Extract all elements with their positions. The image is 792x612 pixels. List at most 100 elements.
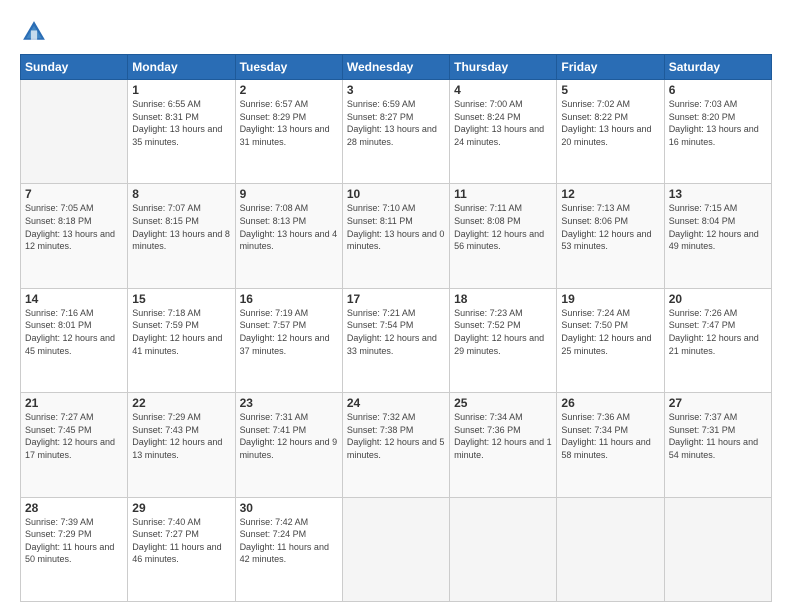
calendar-cell: 5 Sunrise: 7:02 AM Sunset: 8:22 PM Dayli… bbox=[557, 80, 664, 184]
day-info: Sunrise: 7:29 AM Sunset: 7:43 PM Dayligh… bbox=[132, 411, 230, 461]
calendar-cell: 18 Sunrise: 7:23 AM Sunset: 7:52 PM Dayl… bbox=[450, 288, 557, 392]
day-info: Sunrise: 7:18 AM Sunset: 7:59 PM Dayligh… bbox=[132, 307, 230, 357]
calendar-header-friday: Friday bbox=[557, 55, 664, 80]
day-info: Sunrise: 7:11 AM Sunset: 8:08 PM Dayligh… bbox=[454, 202, 552, 252]
day-info: Sunrise: 7:24 AM Sunset: 7:50 PM Dayligh… bbox=[561, 307, 659, 357]
day-info: Sunrise: 7:37 AM Sunset: 7:31 PM Dayligh… bbox=[669, 411, 767, 461]
header bbox=[20, 18, 772, 46]
calendar-cell: 28 Sunrise: 7:39 AM Sunset: 7:29 PM Dayl… bbox=[21, 497, 128, 601]
day-info: Sunrise: 6:57 AM Sunset: 8:29 PM Dayligh… bbox=[240, 98, 338, 148]
calendar-cell: 21 Sunrise: 7:27 AM Sunset: 7:45 PM Dayl… bbox=[21, 393, 128, 497]
day-info: Sunrise: 7:07 AM Sunset: 8:15 PM Dayligh… bbox=[132, 202, 230, 252]
day-info: Sunrise: 7:05 AM Sunset: 8:18 PM Dayligh… bbox=[25, 202, 123, 252]
calendar-cell: 17 Sunrise: 7:21 AM Sunset: 7:54 PM Dayl… bbox=[342, 288, 449, 392]
calendar-header-saturday: Saturday bbox=[664, 55, 771, 80]
calendar-cell: 29 Sunrise: 7:40 AM Sunset: 7:27 PM Dayl… bbox=[128, 497, 235, 601]
calendar-cell: 23 Sunrise: 7:31 AM Sunset: 7:41 PM Dayl… bbox=[235, 393, 342, 497]
calendar-cell bbox=[557, 497, 664, 601]
calendar-cell bbox=[450, 497, 557, 601]
day-number: 28 bbox=[25, 501, 123, 515]
day-number: 6 bbox=[669, 83, 767, 97]
calendar-cell bbox=[21, 80, 128, 184]
day-number: 20 bbox=[669, 292, 767, 306]
calendar-cell: 26 Sunrise: 7:36 AM Sunset: 7:34 PM Dayl… bbox=[557, 393, 664, 497]
page: SundayMondayTuesdayWednesdayThursdayFrid… bbox=[0, 0, 792, 612]
calendar-cell: 19 Sunrise: 7:24 AM Sunset: 7:50 PM Dayl… bbox=[557, 288, 664, 392]
day-number: 24 bbox=[347, 396, 445, 410]
day-number: 10 bbox=[347, 187, 445, 201]
day-info: Sunrise: 7:26 AM Sunset: 7:47 PM Dayligh… bbox=[669, 307, 767, 357]
calendar-cell: 8 Sunrise: 7:07 AM Sunset: 8:15 PM Dayli… bbox=[128, 184, 235, 288]
day-number: 13 bbox=[669, 187, 767, 201]
calendar-header-tuesday: Tuesday bbox=[235, 55, 342, 80]
day-number: 3 bbox=[347, 83, 445, 97]
day-number: 11 bbox=[454, 187, 552, 201]
day-info: Sunrise: 7:23 AM Sunset: 7:52 PM Dayligh… bbox=[454, 307, 552, 357]
calendar-cell: 7 Sunrise: 7:05 AM Sunset: 8:18 PM Dayli… bbox=[21, 184, 128, 288]
day-number: 22 bbox=[132, 396, 230, 410]
day-info: Sunrise: 6:55 AM Sunset: 8:31 PM Dayligh… bbox=[132, 98, 230, 148]
calendar-week-row: 28 Sunrise: 7:39 AM Sunset: 7:29 PM Dayl… bbox=[21, 497, 772, 601]
calendar-cell: 2 Sunrise: 6:57 AM Sunset: 8:29 PM Dayli… bbox=[235, 80, 342, 184]
calendar-cell: 1 Sunrise: 6:55 AM Sunset: 8:31 PM Dayli… bbox=[128, 80, 235, 184]
calendar-cell: 27 Sunrise: 7:37 AM Sunset: 7:31 PM Dayl… bbox=[664, 393, 771, 497]
logo-icon bbox=[20, 18, 48, 46]
day-info: Sunrise: 7:16 AM Sunset: 8:01 PM Dayligh… bbox=[25, 307, 123, 357]
calendar-week-row: 14 Sunrise: 7:16 AM Sunset: 8:01 PM Dayl… bbox=[21, 288, 772, 392]
calendar-cell: 4 Sunrise: 7:00 AM Sunset: 8:24 PM Dayli… bbox=[450, 80, 557, 184]
calendar-week-row: 1 Sunrise: 6:55 AM Sunset: 8:31 PM Dayli… bbox=[21, 80, 772, 184]
day-number: 1 bbox=[132, 83, 230, 97]
day-number: 27 bbox=[669, 396, 767, 410]
calendar-header-row: SundayMondayTuesdayWednesdayThursdayFrid… bbox=[21, 55, 772, 80]
day-number: 2 bbox=[240, 83, 338, 97]
day-info: Sunrise: 7:32 AM Sunset: 7:38 PM Dayligh… bbox=[347, 411, 445, 461]
day-number: 25 bbox=[454, 396, 552, 410]
day-number: 16 bbox=[240, 292, 338, 306]
calendar-cell: 15 Sunrise: 7:18 AM Sunset: 7:59 PM Dayl… bbox=[128, 288, 235, 392]
day-info: Sunrise: 7:39 AM Sunset: 7:29 PM Dayligh… bbox=[25, 516, 123, 566]
day-number: 7 bbox=[25, 187, 123, 201]
day-info: Sunrise: 7:40 AM Sunset: 7:27 PM Dayligh… bbox=[132, 516, 230, 566]
day-number: 17 bbox=[347, 292, 445, 306]
calendar-cell: 10 Sunrise: 7:10 AM Sunset: 8:11 PM Dayl… bbox=[342, 184, 449, 288]
day-number: 21 bbox=[25, 396, 123, 410]
day-number: 15 bbox=[132, 292, 230, 306]
calendar-cell: 12 Sunrise: 7:13 AM Sunset: 8:06 PM Dayl… bbox=[557, 184, 664, 288]
day-number: 26 bbox=[561, 396, 659, 410]
day-info: Sunrise: 7:31 AM Sunset: 7:41 PM Dayligh… bbox=[240, 411, 338, 461]
day-number: 4 bbox=[454, 83, 552, 97]
logo bbox=[20, 18, 52, 46]
day-info: Sunrise: 7:15 AM Sunset: 8:04 PM Dayligh… bbox=[669, 202, 767, 252]
calendar-cell: 25 Sunrise: 7:34 AM Sunset: 7:36 PM Dayl… bbox=[450, 393, 557, 497]
day-info: Sunrise: 7:27 AM Sunset: 7:45 PM Dayligh… bbox=[25, 411, 123, 461]
calendar-header-thursday: Thursday bbox=[450, 55, 557, 80]
day-number: 14 bbox=[25, 292, 123, 306]
day-info: Sunrise: 7:02 AM Sunset: 8:22 PM Dayligh… bbox=[561, 98, 659, 148]
day-info: Sunrise: 7:34 AM Sunset: 7:36 PM Dayligh… bbox=[454, 411, 552, 461]
day-info: Sunrise: 7:03 AM Sunset: 8:20 PM Dayligh… bbox=[669, 98, 767, 148]
calendar-cell bbox=[664, 497, 771, 601]
day-number: 19 bbox=[561, 292, 659, 306]
day-info: Sunrise: 7:21 AM Sunset: 7:54 PM Dayligh… bbox=[347, 307, 445, 357]
day-info: Sunrise: 7:42 AM Sunset: 7:24 PM Dayligh… bbox=[240, 516, 338, 566]
calendar-cell: 14 Sunrise: 7:16 AM Sunset: 8:01 PM Dayl… bbox=[21, 288, 128, 392]
day-info: Sunrise: 7:10 AM Sunset: 8:11 PM Dayligh… bbox=[347, 202, 445, 252]
day-number: 30 bbox=[240, 501, 338, 515]
day-info: Sunrise: 7:13 AM Sunset: 8:06 PM Dayligh… bbox=[561, 202, 659, 252]
day-number: 23 bbox=[240, 396, 338, 410]
calendar-cell: 16 Sunrise: 7:19 AM Sunset: 7:57 PM Dayl… bbox=[235, 288, 342, 392]
calendar-cell: 13 Sunrise: 7:15 AM Sunset: 8:04 PM Dayl… bbox=[664, 184, 771, 288]
calendar-cell: 3 Sunrise: 6:59 AM Sunset: 8:27 PM Dayli… bbox=[342, 80, 449, 184]
day-info: Sunrise: 7:08 AM Sunset: 8:13 PM Dayligh… bbox=[240, 202, 338, 252]
calendar-cell: 24 Sunrise: 7:32 AM Sunset: 7:38 PM Dayl… bbox=[342, 393, 449, 497]
day-number: 9 bbox=[240, 187, 338, 201]
day-info: Sunrise: 6:59 AM Sunset: 8:27 PM Dayligh… bbox=[347, 98, 445, 148]
calendar-cell: 6 Sunrise: 7:03 AM Sunset: 8:20 PM Dayli… bbox=[664, 80, 771, 184]
day-info: Sunrise: 7:36 AM Sunset: 7:34 PM Dayligh… bbox=[561, 411, 659, 461]
calendar-week-row: 7 Sunrise: 7:05 AM Sunset: 8:18 PM Dayli… bbox=[21, 184, 772, 288]
calendar-cell: 30 Sunrise: 7:42 AM Sunset: 7:24 PM Dayl… bbox=[235, 497, 342, 601]
day-number: 29 bbox=[132, 501, 230, 515]
calendar-cell: 20 Sunrise: 7:26 AM Sunset: 7:47 PM Dayl… bbox=[664, 288, 771, 392]
calendar-cell: 9 Sunrise: 7:08 AM Sunset: 8:13 PM Dayli… bbox=[235, 184, 342, 288]
calendar: SundayMondayTuesdayWednesdayThursdayFrid… bbox=[20, 54, 772, 602]
